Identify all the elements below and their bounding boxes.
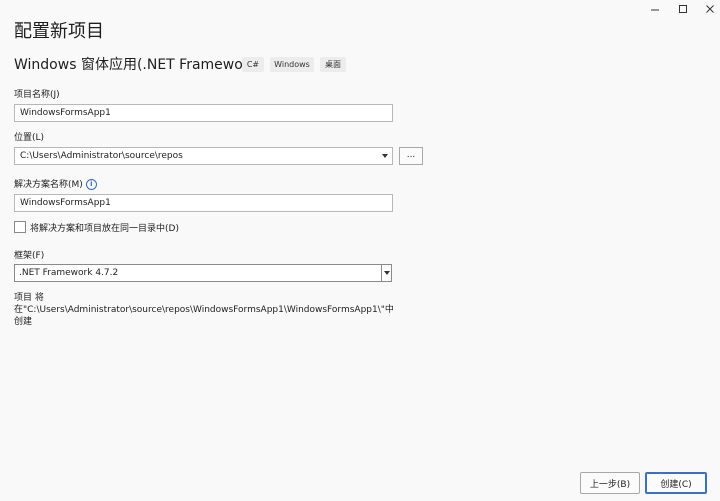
create-button[interactable]: 创建(C) xyxy=(645,472,707,494)
page-title: 配置新项目 xyxy=(14,21,104,42)
chevron-down-icon[interactable] xyxy=(381,265,391,281)
location-value: C:\Users\Administrator\source\repos xyxy=(20,151,183,161)
close-icon xyxy=(706,5,714,13)
project-name-label: 项目名称(J) xyxy=(14,90,60,100)
framework-select[interactable]: .NET Framework 4.7.2 xyxy=(14,264,392,282)
location-label: 位置(L) xyxy=(14,133,45,143)
maximize-icon xyxy=(679,5,687,13)
info-icon[interactable]: i xyxy=(85,179,97,190)
framework-label: 框架(F) xyxy=(14,251,45,261)
creation-path-note: 项目 将在"C:\Users\Administrator\source\repo… xyxy=(14,293,394,327)
solution-name-label-row: 解决方案名称(M) i xyxy=(14,177,97,190)
browse-button[interactable]: ... xyxy=(399,147,423,165)
template-name: Windows 窗体应用(.NET Framework) xyxy=(14,57,263,73)
tag-platform: Windows xyxy=(270,57,314,72)
solution-name-label: 解决方案名称(M) xyxy=(14,180,83,190)
location-combobox[interactable]: C:\Users\Administrator\source\repos xyxy=(14,147,393,165)
same-directory-checkbox[interactable] xyxy=(14,221,26,233)
solution-name-input[interactable]: WindowsFormsApp1 xyxy=(14,194,393,212)
back-button[interactable]: 上一步(B) xyxy=(580,472,640,494)
close-button[interactable] xyxy=(697,0,720,18)
framework-value: .NET Framework 4.7.2 xyxy=(19,268,119,278)
maximize-button[interactable] xyxy=(670,0,696,18)
tag-project-type: 桌面 xyxy=(320,57,346,72)
same-directory-label[interactable]: 将解决方案和项目放在同一目录中(D) xyxy=(30,221,179,234)
project-name-input[interactable]: WindowsFormsApp1 xyxy=(14,104,393,122)
minimize-button[interactable] xyxy=(642,0,668,18)
tag-language: C# xyxy=(242,57,264,72)
minimize-icon xyxy=(651,9,659,11)
chevron-down-icon[interactable] xyxy=(380,148,390,164)
